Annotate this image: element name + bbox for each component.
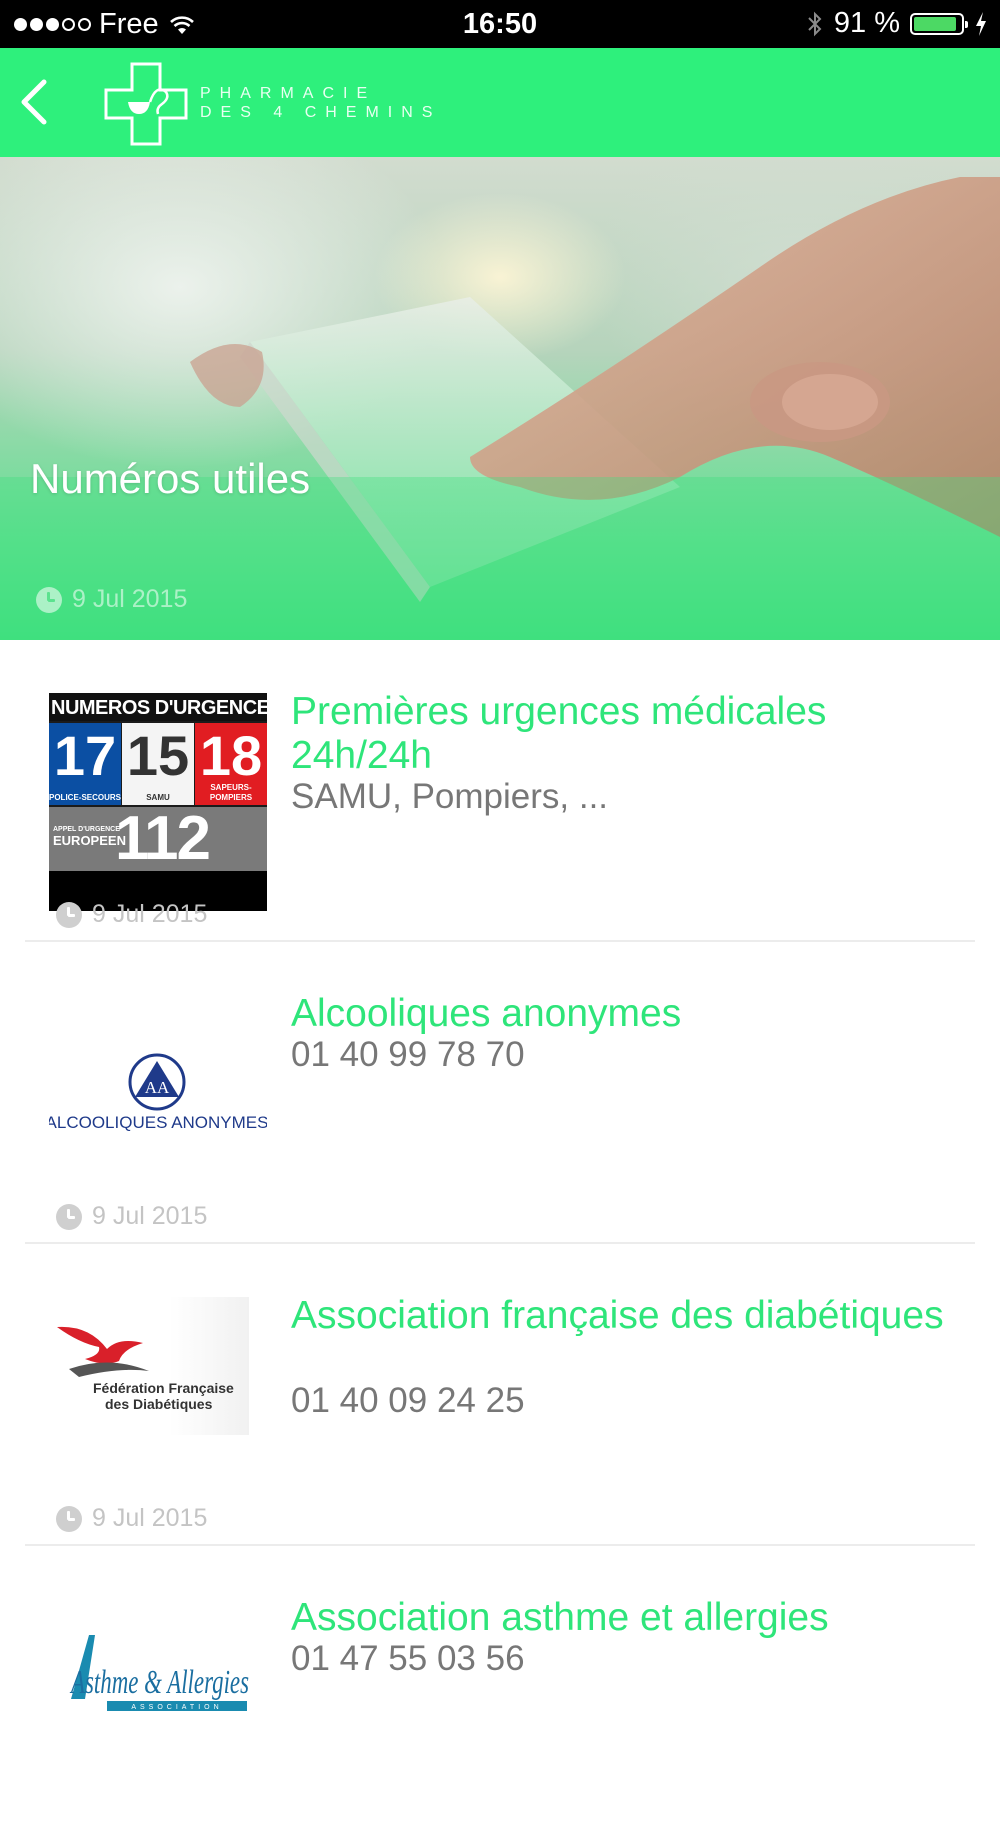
hero-date-text: 9 Jul 2015 xyxy=(72,585,188,613)
clock-icon xyxy=(56,901,82,928)
item-title: Association asthme et allergies xyxy=(291,1596,829,1639)
item-date: 9 Jul 2015 xyxy=(56,1504,207,1533)
hero-banner: Numéros utiles 9 Jul 2015 xyxy=(0,157,1000,640)
item-title: Alcooliques anonymes xyxy=(291,992,682,1035)
battery-icon xyxy=(910,12,968,35)
hand-phone-image xyxy=(0,177,1000,640)
thumb-cell-label: POLICE-SECOURS xyxy=(49,793,122,802)
bluetooth-icon xyxy=(808,11,822,36)
thumb-cell-number: 15 xyxy=(126,724,190,787)
item-date: 9 Jul 2015 xyxy=(56,1202,207,1231)
clock-icon xyxy=(36,586,62,613)
list-item[interactable]: NUMEROS D'URGENCE 17 POLICE-SECOURS 15 S… xyxy=(0,640,1000,942)
hero-date: 9 Jul 2015 xyxy=(36,585,187,614)
item-subtitle: 01 47 55 03 56 xyxy=(291,1639,525,1678)
back-button[interactable] xyxy=(12,74,60,130)
clock-icon xyxy=(56,1505,82,1532)
status-bar: Free 16:50 91 % xyxy=(0,0,1000,48)
pharmacy-name-line2: DES 4 CHEMINS xyxy=(200,104,442,121)
list-item[interactable]: Fédération Française des Diabétiques Ass… xyxy=(0,1244,1000,1546)
list-item[interactable]: AA ALCOOLIQUES ANONYMES Alcooliques anon… xyxy=(0,942,1000,1244)
ffd-logo-line2: des Diabétiques xyxy=(105,1396,213,1412)
asthme-allergies-logo-icon: Asthme & Allergies ASSOCIATION xyxy=(70,1635,249,1711)
thumb-cell-number: 17 xyxy=(53,724,117,787)
thumb-cell-label: SAPEURS-POMPIERS xyxy=(209,783,253,802)
item-date-text: 9 Jul 2015 xyxy=(92,1202,208,1230)
aa-logo-text: ALCOOLIQUES ANONYMES xyxy=(49,1113,267,1132)
item-date: 9 Jul 2015 xyxy=(56,900,207,929)
emergency-numbers-thumbnail: NUMEROS D'URGENCE 17 POLICE-SECOURS 15 S… xyxy=(49,693,267,911)
thumb-cell-number: 18 xyxy=(199,724,263,787)
item-date-text: 9 Jul 2015 xyxy=(92,1504,208,1532)
diabetes-bird-logo-icon: Fédération Française des Diabétiques xyxy=(57,1326,234,1412)
item-date-text: 9 Jul 2015 xyxy=(92,900,208,928)
aa-emblem-text: AA xyxy=(145,1078,170,1097)
charging-bolt-icon xyxy=(976,11,986,36)
nav-bar: PHARMACIE DES 4 CHEMINS xyxy=(0,48,1000,157)
thumb-header: NUMEROS D'URGENCE xyxy=(49,693,267,721)
battery-percent: 91 % xyxy=(833,7,900,39)
pharmacy-cross-logo-icon xyxy=(104,62,188,146)
clock-icon xyxy=(56,1203,82,1230)
thumb-european-number: APPEL D'URGENCE EUROPEEN 112 xyxy=(49,807,267,871)
aa-emblem-icon: AA ALCOOLIQUES ANONYMES xyxy=(46,1053,268,1132)
pharmacy-name: PHARMACIE DES 4 CHEMINS xyxy=(200,84,441,122)
asthme-allergies-logo: Asthme & Allergies ASSOCIATION xyxy=(49,1599,267,1817)
pharmacy-name-line1: PHARMACIE xyxy=(200,85,377,102)
item-title: Association française des diabétiques xyxy=(291,1294,944,1337)
item-subtitle: SAMU, Pompiers, ... xyxy=(291,777,609,816)
thumb-eu-number: 112 xyxy=(115,804,211,873)
thumb-cell-label: SAMU xyxy=(146,793,170,802)
item-subtitle: 01 40 99 78 70 xyxy=(291,1035,525,1074)
thumb-cell-pompiers: 18 SAPEURS-POMPIERS xyxy=(195,723,267,805)
thumb-cell-police: 17 POLICE-SECOURS xyxy=(49,723,121,805)
alcooliques-anonymes-logo: AA ALCOOLIQUES ANONYMES xyxy=(46,995,268,1213)
asthme-logo-text: Asthme & Allergies xyxy=(70,1664,249,1701)
list-item[interactable]: Asthme & Allergies ASSOCIATION Associati… xyxy=(0,1546,1000,1848)
thumb-cell-samu: 15 SAMU xyxy=(122,723,194,805)
item-subtitle: 01 40 09 24 25 xyxy=(291,1381,525,1420)
ffd-logo-line1: Fédération Française xyxy=(93,1380,234,1396)
federation-diabetiques-logo: Fédération Française des Diabétiques xyxy=(49,1297,267,1515)
page-title: Numéros utiles xyxy=(30,455,311,502)
asthme-logo-sub: ASSOCIATION xyxy=(131,1704,222,1711)
item-title: Premières urgences médicales 24h/24h xyxy=(291,690,827,777)
